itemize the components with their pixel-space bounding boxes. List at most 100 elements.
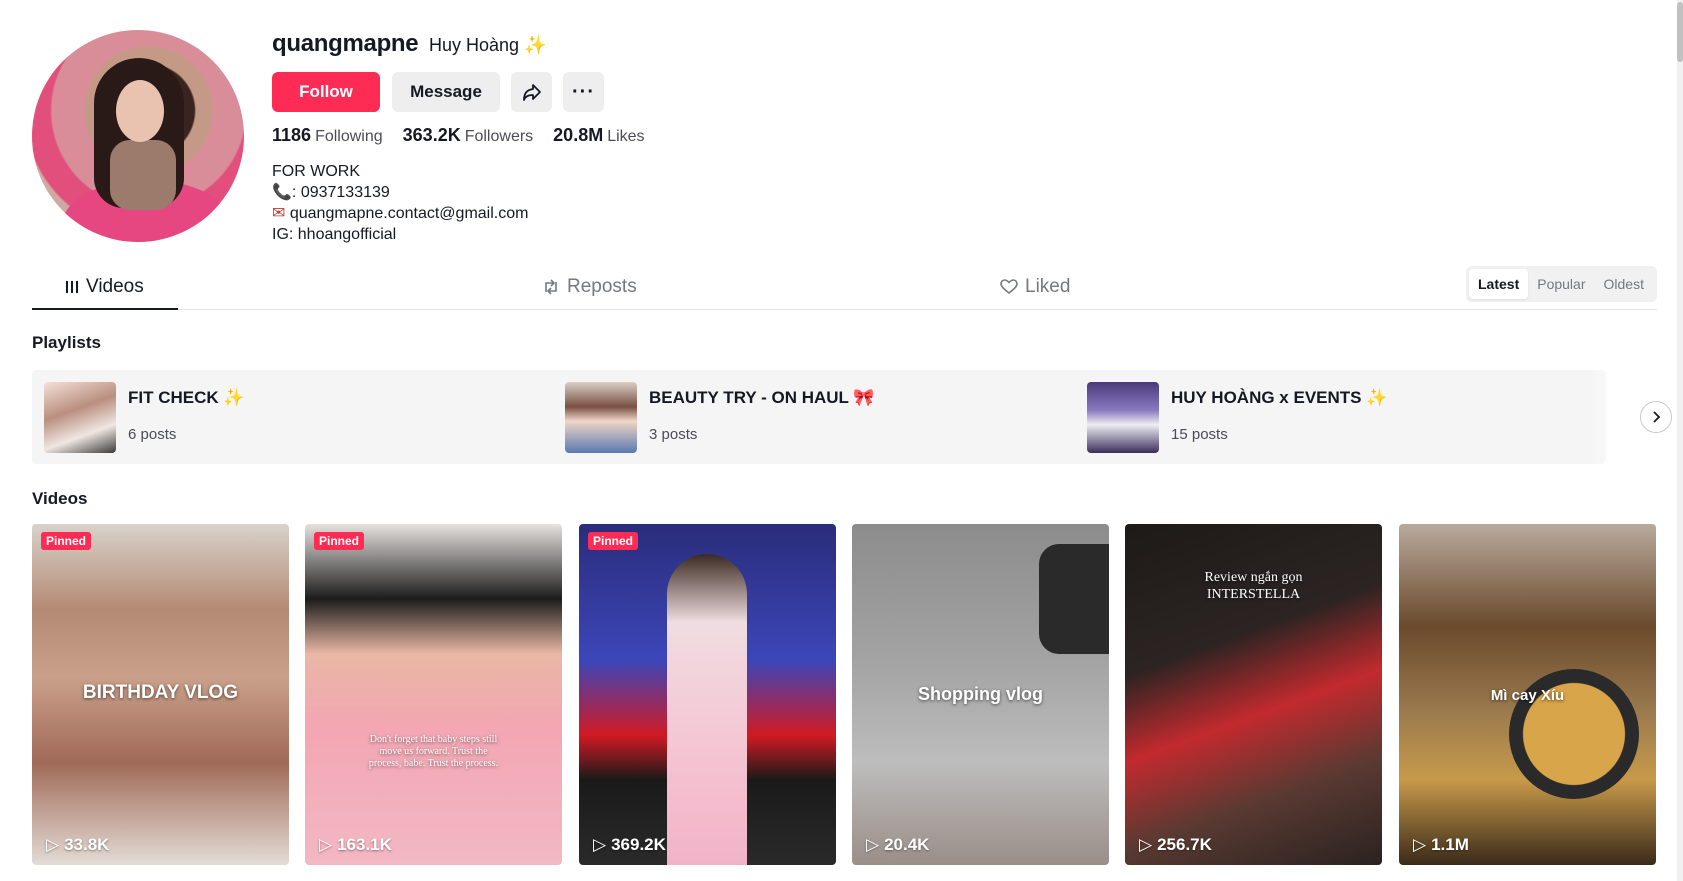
video-card[interactable]: Review ngắn gọn INTERSTELLA ▷ 256.7K <box>1125 524 1382 865</box>
performer-shape <box>667 554 747 865</box>
video-overlay-text: Review ngắn gọn INTERSTELLA <box>1204 570 1303 602</box>
tab-liked-label: Liked <box>1025 276 1071 297</box>
playlist-fade <box>1590 370 1640 464</box>
playlist-name: BEAUTY TRY - ON HAUL 🎀 <box>649 388 875 408</box>
chevron-right-icon <box>1653 411 1661 423</box>
play-icon: ▷ <box>593 835 607 854</box>
playlist-name-text: FIT CHECK <box>128 388 219 407</box>
bio-phone-text: : 0937133139 <box>291 184 390 201</box>
tab-videos-label: Videos <box>86 276 144 297</box>
playlist-card[interactable]: HUY HOÀNG x EVENTS ✨ 15 posts <box>1075 370 1606 464</box>
followers-label: Followers <box>464 128 534 145</box>
sort-latest[interactable]: Latest <box>1469 269 1529 299</box>
view-count: ▷ 20.4K <box>866 835 929 855</box>
motorbike-shape <box>1039 544 1109 654</box>
likes-count: 20.8M <box>553 125 604 145</box>
sort-oldest[interactable]: Oldest <box>1595 269 1653 299</box>
heart-icon <box>1000 279 1018 295</box>
playlist-next-button[interactable] <box>1640 401 1672 433</box>
bio-email-text: quangmapne.contact@gmail.com <box>289 205 529 222</box>
profile-stats: 1186 Following 363.2K Followers 20.8M Likes <box>272 125 645 146</box>
follow-button[interactable]: Follow <box>272 72 380 112</box>
pinned-badge: Pinned <box>588 532 639 550</box>
play-icon: ▷ <box>1139 835 1153 854</box>
followers-stat[interactable]: 363.2K Followers <box>403 125 534 146</box>
view-count: ▷ 369.2K <box>593 835 666 855</box>
view-count: ▷ 163.1K <box>319 835 392 855</box>
bio-line-phone: 📞: 0937133139 <box>272 182 528 203</box>
play-icon: ▷ <box>319 835 333 854</box>
following-stat[interactable]: 1186 Following <box>272 125 383 146</box>
view-count-text: 20.4K <box>884 835 930 854</box>
sort-toggle: Latest Popular Oldest <box>1466 266 1657 302</box>
tab-reposts-label: Reposts <box>567 276 637 297</box>
view-count: ▷ 1.1M <box>1413 835 1469 855</box>
following-count: 1186 <box>272 125 312 145</box>
likes-label: Likes <box>607 128 645 145</box>
playlist-thumbnail <box>565 382 637 453</box>
video-card[interactable]: Pinned Don't forget that baby steps stil… <box>305 524 562 865</box>
nickname-text: Huy Hoàng <box>429 35 520 55</box>
video-card[interactable]: Mì cay Xíu ▷ 1.1M <box>1399 524 1656 865</box>
view-count: ▷ 256.7K <box>1139 835 1212 855</box>
video-overlay-text: BIRTHDAY VLOG <box>82 682 239 703</box>
sparkle-icon: ✨ <box>1366 388 1388 408</box>
profile-nickname: Huy Hoàng ✨ <box>429 35 547 56</box>
view-count-text: 369.2K <box>611 835 666 854</box>
sparkle-icon: ✨ <box>223 388 245 408</box>
video-overlay-text: Don't forget that baby steps still move … <box>368 734 499 769</box>
tab-reposts[interactable]: Reposts <box>542 276 637 298</box>
pinned-badge: Pinned <box>314 532 365 550</box>
playlist-name: FIT CHECK ✨ <box>128 388 245 408</box>
view-count: ▷ 33.8K <box>46 835 109 855</box>
playlist-post-count: 15 posts <box>1171 426 1228 443</box>
bio-line-instagram: IG: hhoangofficial <box>272 226 397 243</box>
profile-tabs: Videos Reposts Liked <box>32 266 1657 310</box>
ribbon-icon: 🎀 <box>853 388 875 407</box>
video-card[interactable]: Shopping vlog ▷ 20.4K <box>852 524 1109 865</box>
view-count-text: 33.8K <box>64 835 110 854</box>
playlist-card[interactable]: BEAUTY TRY - ON HAUL 🎀 3 posts <box>553 370 1084 464</box>
share-button[interactable] <box>511 72 552 112</box>
playlist-post-count: 3 posts <box>649 426 698 443</box>
share-icon <box>522 84 541 101</box>
grid-icon <box>66 281 78 293</box>
active-tab-underline <box>32 308 178 310</box>
avatar-face-shape <box>116 80 164 142</box>
message-button[interactable]: Message <box>392 72 500 112</box>
playlists-heading: Playlists <box>32 333 101 352</box>
view-count-text: 163.1K <box>337 835 392 854</box>
playlist-thumbnail <box>44 382 116 453</box>
page-scrollbar[interactable] <box>1677 0 1683 881</box>
video-card[interactable]: Pinned ▷ 369.2K <box>579 524 836 865</box>
sparkle-icon: ✨ <box>524 35 547 56</box>
tab-liked[interactable]: Liked <box>1000 276 1070 298</box>
repost-icon <box>545 279 557 295</box>
following-label: Following <box>315 128 383 145</box>
profile-avatar[interactable] <box>32 30 244 242</box>
view-count-text: 256.7K <box>1157 835 1212 854</box>
bio-line-email: ✉ quangmapne.contact@gmail.com <box>272 203 528 224</box>
profile-bio: FOR WORK 📞: 0937133139 ✉ quangmapne.cont… <box>272 161 528 245</box>
profile-username: quangmapne <box>272 30 419 57</box>
videos-heading: Videos <box>32 489 88 508</box>
tab-videos[interactable]: Videos <box>65 276 144 298</box>
more-options-button[interactable]: ··· <box>563 72 604 112</box>
video-card[interactable]: Pinned BIRTHDAY VLOG ▷ 33.8K <box>32 524 289 865</box>
bio-line-work: FOR WORK <box>272 163 360 180</box>
phone-icon: 📞 <box>272 184 292 201</box>
avatar-torso-shape <box>110 140 176 210</box>
playlist-post-count: 6 posts <box>128 426 177 443</box>
playlist-name-text: HUY HOÀNG x EVENTS <box>1171 388 1362 407</box>
video-overlay-text: Shopping vlog <box>918 684 1043 704</box>
sort-popular[interactable]: Popular <box>1528 269 1594 299</box>
play-icon: ▷ <box>866 835 880 854</box>
playlist-thumbnail <box>1087 382 1159 453</box>
pinned-badge: Pinned <box>41 532 92 550</box>
scrollbar-thumb[interactable] <box>1677 2 1683 62</box>
followers-count: 363.2K <box>402 125 461 145</box>
playlist-card[interactable]: FIT CHECK ✨ 6 posts <box>32 370 563 464</box>
play-icon: ▷ <box>46 835 60 854</box>
video-overlay-text: Mì cay Xíu <box>1490 687 1565 704</box>
playlist-name-text: BEAUTY TRY - ON HAUL <box>649 388 849 407</box>
